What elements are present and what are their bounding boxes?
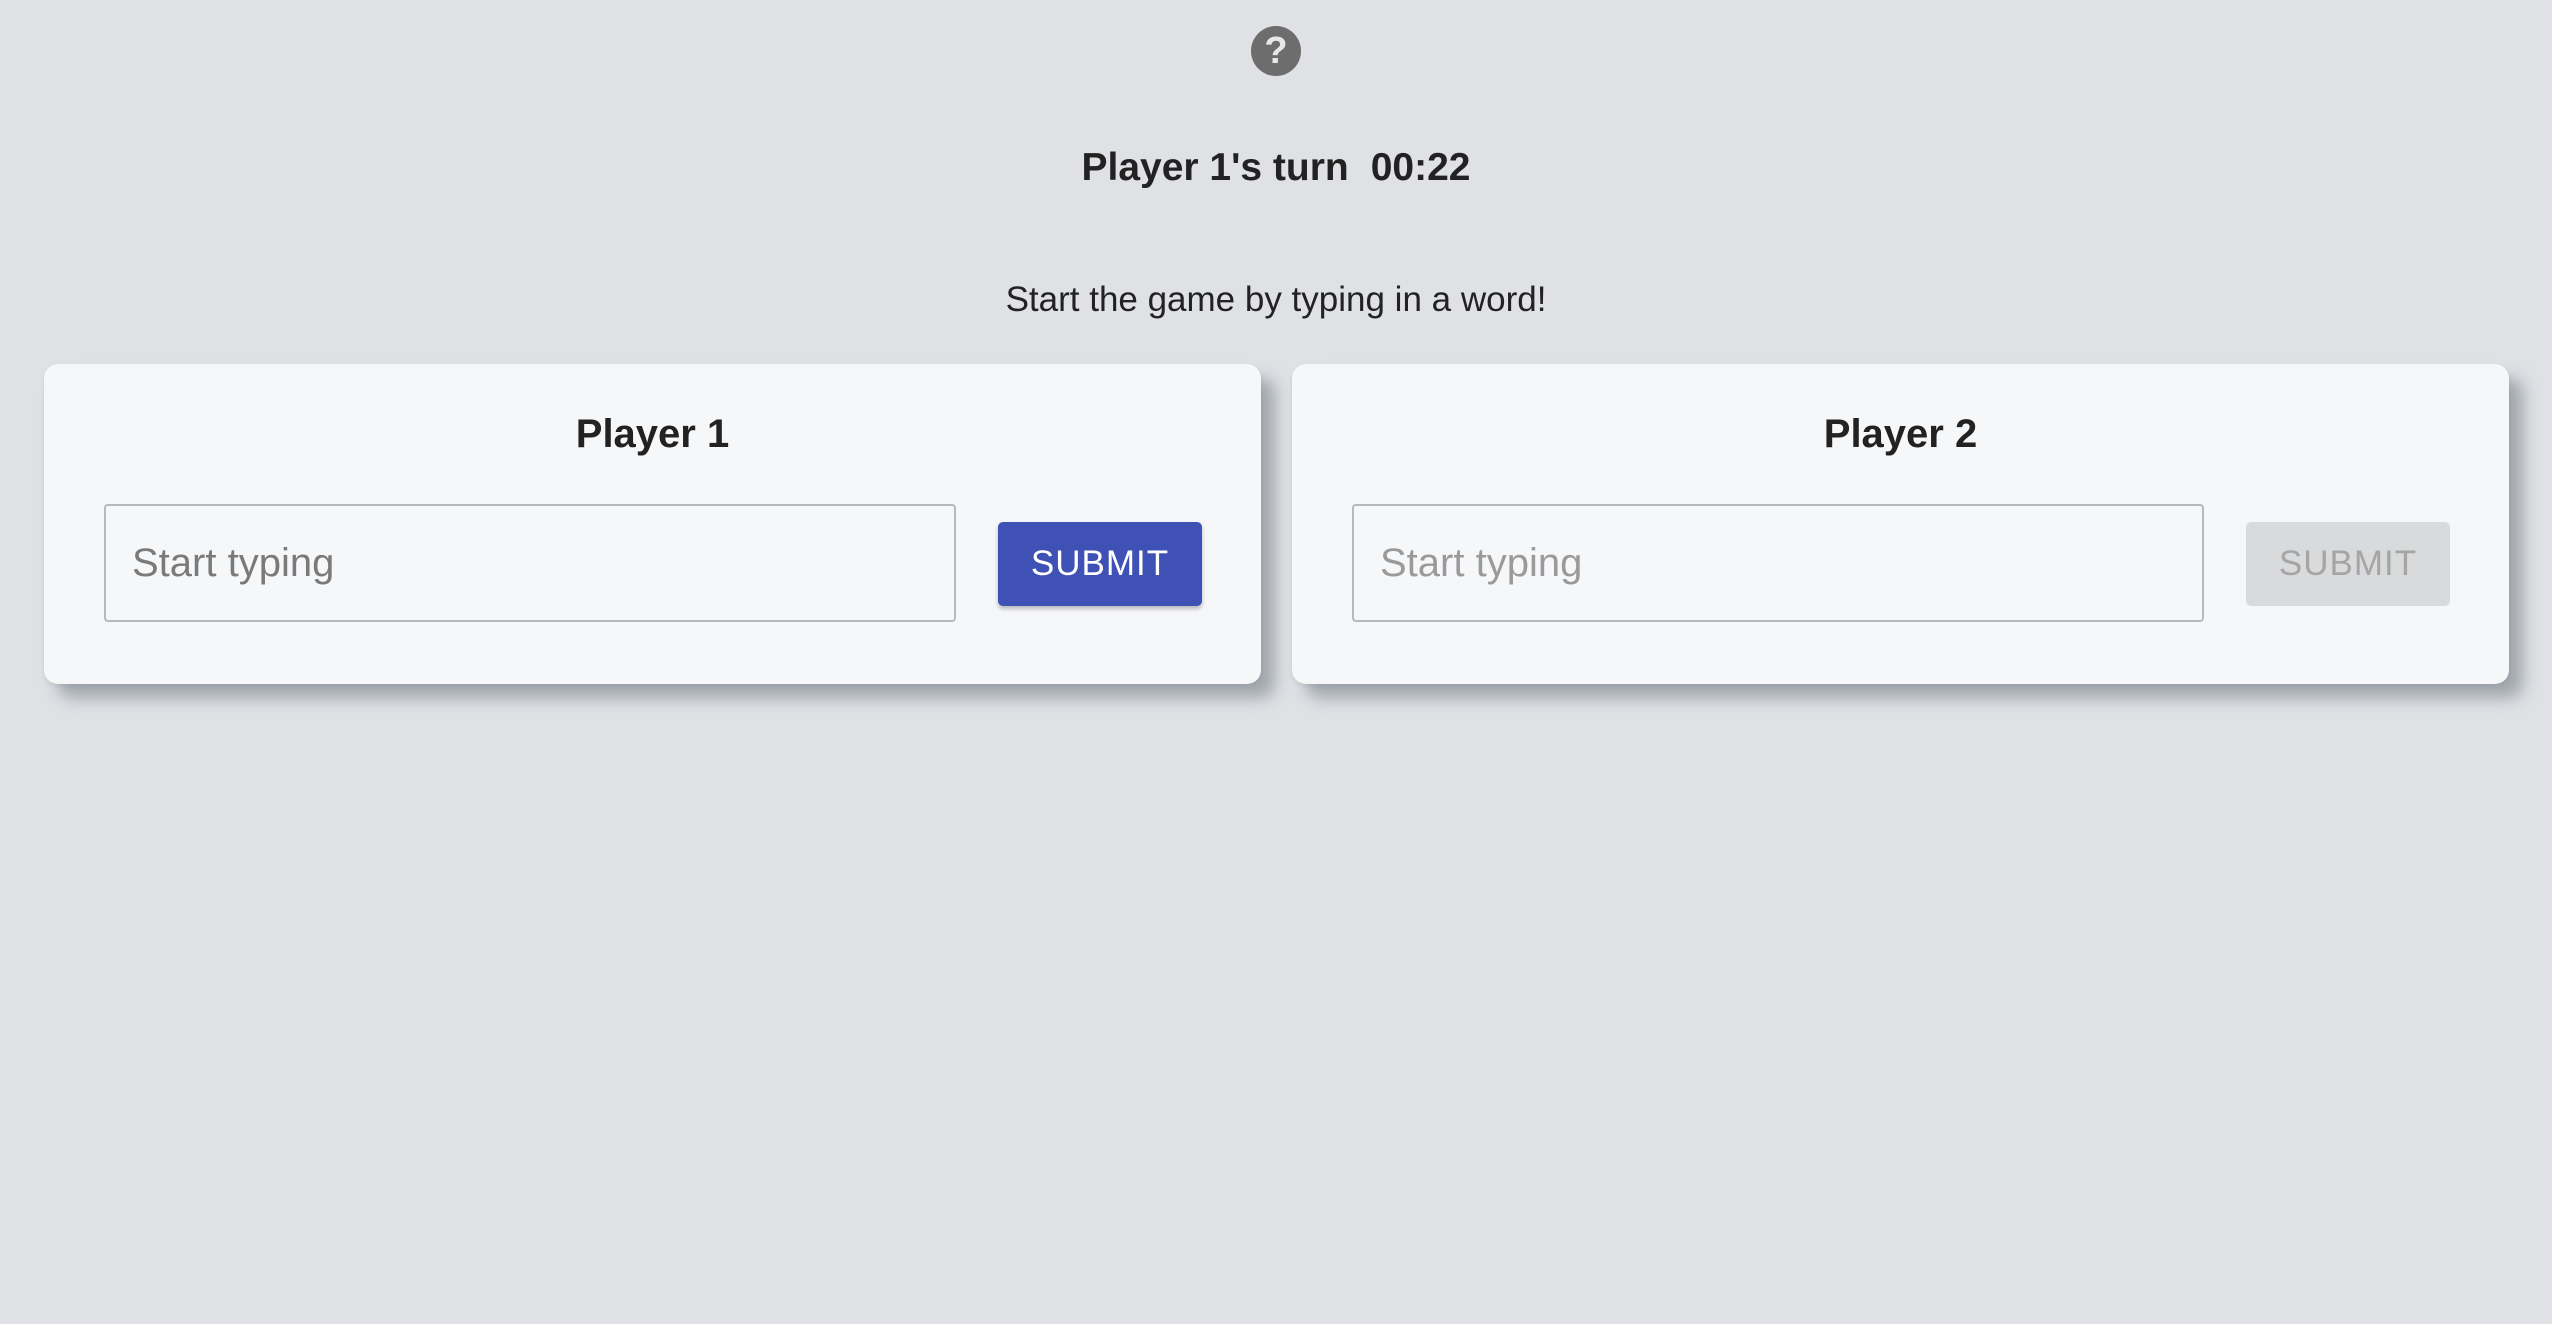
help-icon[interactable]: ? [1251,26,1301,76]
player-1-title: Player 1 [575,412,730,456]
player-2-title: Player 2 [1823,412,1978,456]
turn-status: Player 1's turn 00:22 [0,146,2552,190]
player-2-card: Player 2 SUBMIT [1292,364,2509,684]
player-1-word-input[interactable] [104,504,956,622]
player-2-word-input[interactable] [1352,504,2204,622]
player-1-submit-button[interactable]: SUBMIT [998,522,1202,606]
player-2-submit-button[interactable]: SUBMIT [2246,522,2450,606]
turn-timer: 00:22 [1370,146,1471,189]
turn-text: Player 1's turn [1081,146,1349,189]
game-hint: Start the game by typing in a word! [1005,280,1547,319]
player-1-card: Player 1 SUBMIT [44,364,1261,684]
